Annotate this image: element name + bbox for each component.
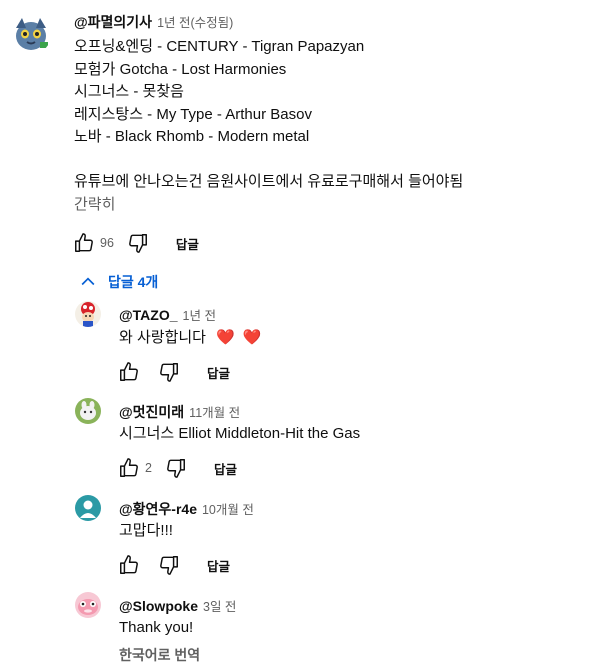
like-button[interactable] (72, 231, 96, 255)
reply-author[interactable]: @멋진미래 (119, 402, 184, 422)
reply-button[interactable]: 답글 (207, 556, 230, 575)
like-icon (75, 233, 93, 252)
translate-button[interactable]: 한국어로 번역 (119, 645, 200, 665)
reply-actions: 답글 (117, 553, 230, 577)
dislike-icon (160, 556, 178, 575)
dislike-button[interactable] (164, 456, 188, 480)
dislike-button[interactable] (157, 360, 181, 384)
comment-line: 모험가 Gotcha - Lost Harmonies (74, 60, 287, 78)
comment-line: 시그너스 - 못찾음 (74, 83, 184, 100)
reply-text: 와 사랑합니다 (119, 329, 206, 346)
comment-line: 오프닝&엔딩 - CENTURY - Tigran Papazyan (74, 38, 365, 55)
reply-body: 시그너스 Elliot Middleton-Hit the Gas (119, 423, 360, 446)
reply-author[interactable]: @TAZO_ (119, 307, 178, 323)
dislike-icon (167, 459, 185, 478)
avatar-reply[interactable] (75, 592, 101, 618)
like-button[interactable] (117, 553, 141, 577)
reply-author[interactable]: @Slowpoke (119, 598, 198, 614)
reply-header: @Slowpoke 3일 전 (119, 596, 236, 615)
like-icon (120, 362, 138, 381)
avatar-reply[interactable] (75, 301, 101, 327)
comment-header: @파멸의기사 1년 전(수정됨) (74, 12, 233, 32)
dislike-icon (128, 234, 147, 253)
reply-button[interactable]: 답글 (176, 234, 199, 253)
like-icon (120, 458, 138, 477)
reply-body: 고맙다!!! (119, 520, 173, 543)
reply-text: Thank you! (119, 619, 194, 636)
avatar-reply[interactable] (75, 495, 101, 521)
chevron-up-icon (81, 277, 95, 286)
like-button[interactable] (117, 456, 141, 480)
dislike-button[interactable] (126, 231, 150, 255)
reply-timestamp[interactable]: 1년 전 (183, 305, 216, 324)
replies-toggle-label: 답글 4개 (108, 274, 159, 290)
reply-body: 와 사랑합니다 ❤️ ❤️ (119, 327, 264, 350)
dislike-button[interactable] (157, 553, 181, 577)
reply-author[interactable]: @황연우-r4e (119, 499, 197, 519)
comment-line: 노바 - Black Rhomb - Modern metal (74, 128, 310, 145)
dislike-icon (160, 363, 178, 382)
reply-text: 시그너스 Elliot Middleton-Hit the Gas (119, 425, 361, 442)
comment-line: 유튜브에 안나오는건 음원사이트에서 유료로구매해서 들어야됨 (74, 173, 464, 190)
reply-timestamp[interactable]: 11개월 전 (189, 402, 240, 421)
reply-body: Thank you! (119, 617, 193, 640)
avatar-reply[interactable] (75, 398, 101, 424)
reply-text: 고맙다!!! (119, 522, 173, 539)
heart-icon: ❤️ ❤️ (215, 329, 264, 346)
reply-header: @TAZO_ 1년 전 (119, 305, 216, 324)
comment-line: 레지스탕스 - My Type - Arthur Basov (74, 105, 312, 123)
reply-button[interactable]: 답글 (214, 459, 237, 478)
replies-toggle[interactable]: 답글 4개 (78, 272, 158, 292)
like-icon (120, 555, 138, 574)
reply-actions: 답글 (117, 360, 230, 384)
reply-actions: 2 답글 (117, 456, 237, 480)
comment-body: 오프닝&엔딩 - CENTURY - Tigran Papazyan 모험가 G… (74, 36, 463, 216)
comment-actions: 96 답글 (72, 231, 199, 255)
reply-header: @멋진미래 11개월 전 (119, 402, 240, 422)
comment-line (74, 149, 463, 172)
reply-header: @황연우-r4e 10개월 전 (119, 499, 254, 519)
like-button[interactable] (117, 360, 141, 384)
reply-timestamp[interactable]: 10개월 전 (202, 499, 254, 518)
like-count: 2 (145, 461, 152, 475)
like-count: 96 (100, 236, 114, 250)
reply-button[interactable]: 답글 (207, 363, 230, 382)
reply-timestamp[interactable]: 3일 전 (203, 596, 236, 615)
comment-author[interactable]: @파멸의기사 (74, 12, 152, 32)
avatar-main-comment[interactable] (10, 12, 52, 54)
show-less-button[interactable]: 간략히 (74, 194, 463, 217)
comment-timestamp[interactable]: 1년 전(수정됨) (157, 12, 233, 31)
